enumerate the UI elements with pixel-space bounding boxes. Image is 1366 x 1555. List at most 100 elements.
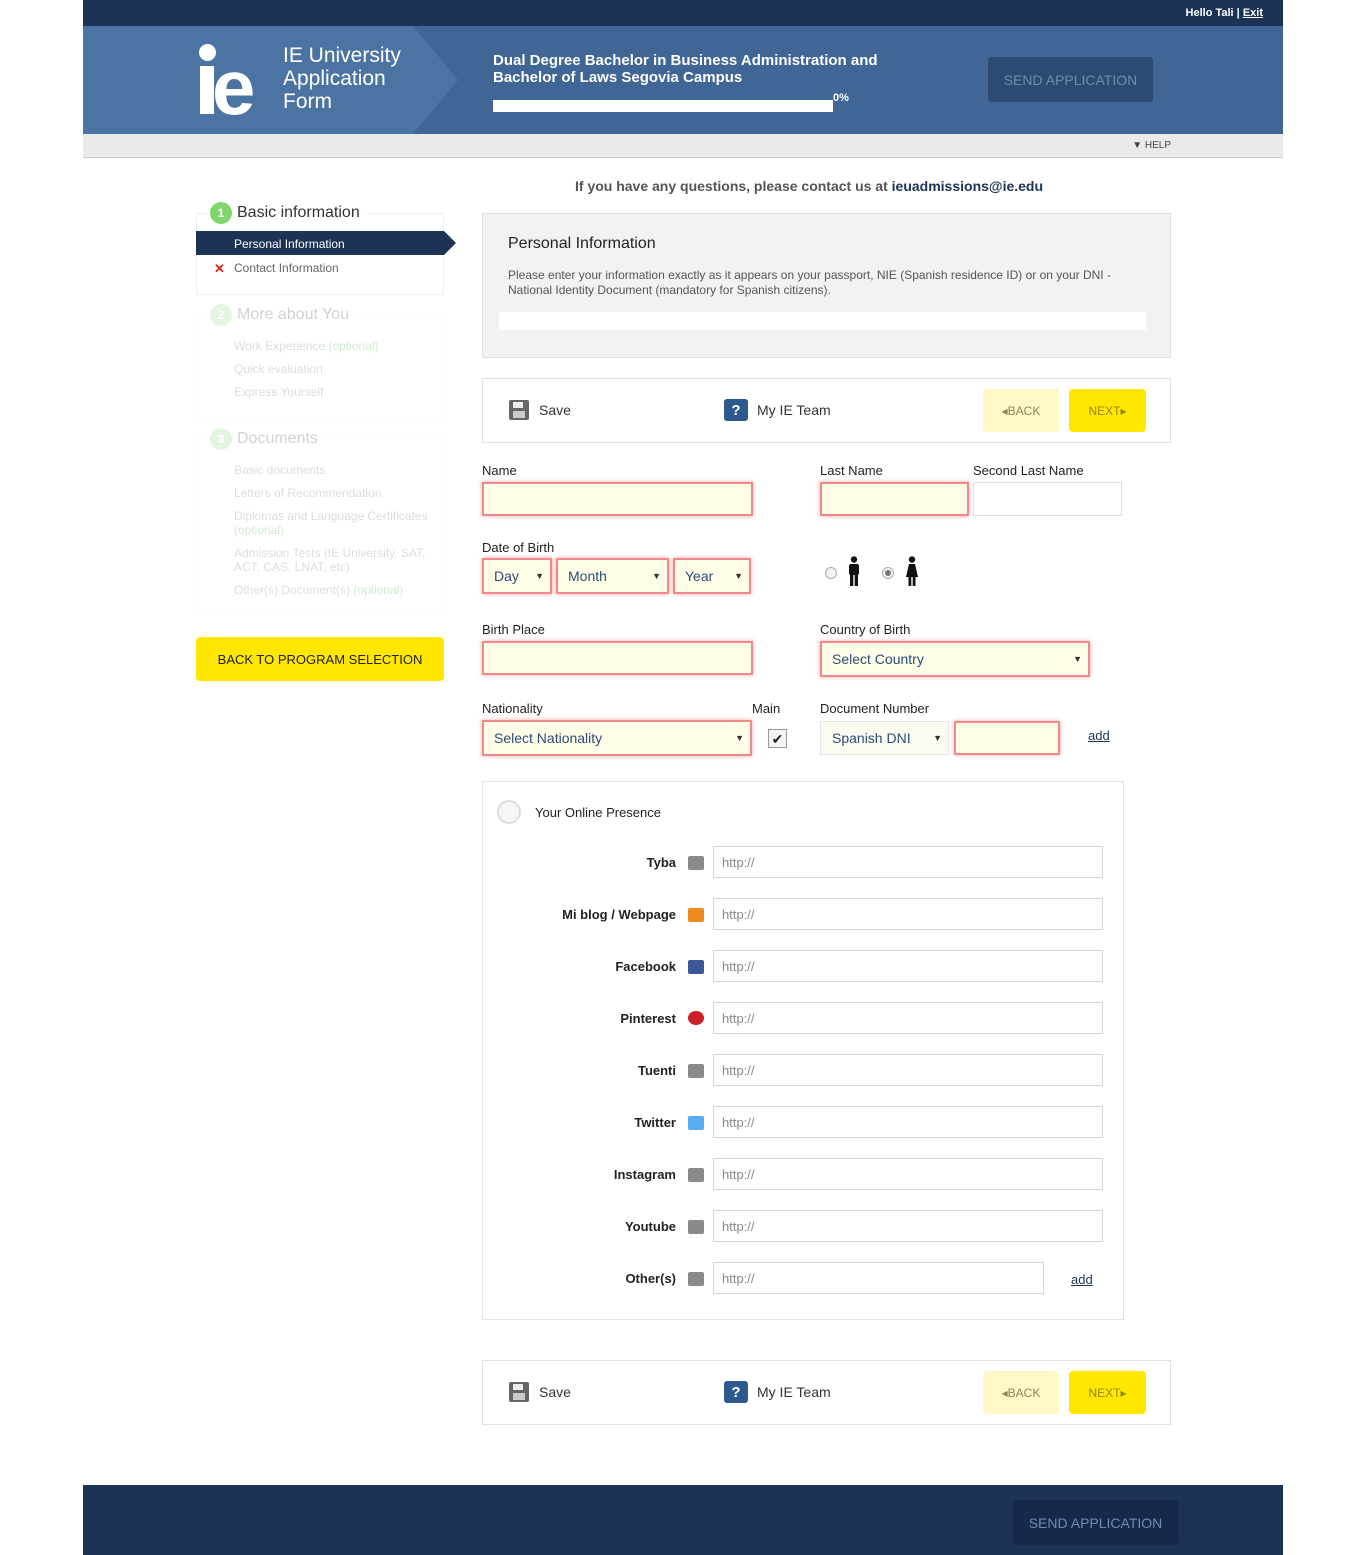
add-document-link[interactable]: add xyxy=(1088,728,1110,743)
header-banner: e IE University Application Form Dual De… xyxy=(83,26,1283,134)
instagram-label: Instagram xyxy=(613,1167,676,1182)
add-online-link[interactable]: add xyxy=(1071,1272,1093,1287)
toolbar-bottom: Save ? My IE Team ◂ BACK NEXT ▸ xyxy=(482,1360,1171,1425)
sidebar-item-other-documents[interactable]: Other(s) Document(s) (optional) xyxy=(234,583,403,597)
sidebar-item-work-experience[interactable]: Work Experience (optional) xyxy=(234,339,379,353)
birth-place-input[interactable] xyxy=(482,641,753,675)
back-button[interactable]: ◂ BACK xyxy=(983,1371,1059,1414)
male-icon xyxy=(849,556,859,586)
www-icon xyxy=(688,1168,704,1182)
second-last-name-input[interactable] xyxy=(973,482,1122,516)
globe-icon xyxy=(497,800,521,824)
month-select[interactable]: Month xyxy=(556,558,669,594)
tuenti-input[interactable]: http:// xyxy=(713,1054,1103,1086)
step1-number: 1 xyxy=(210,202,232,224)
my-ie-team-button[interactable]: ? My IE Team xyxy=(724,399,831,421)
facebook-icon xyxy=(688,960,704,974)
female-icon xyxy=(906,556,918,586)
youtube-label: Youtube xyxy=(624,1219,676,1234)
program-title: Dual Degree Bachelor in Business Adminis… xyxy=(493,52,878,86)
youtube-input[interactable]: http:// xyxy=(713,1210,1103,1242)
send-application-button[interactable]: SEND APPLICATION xyxy=(988,57,1153,102)
doc-type-select[interactable]: Spanish DNI xyxy=(820,721,949,755)
year-select[interactable]: Year xyxy=(673,558,751,594)
app-title: IE University Application Form xyxy=(283,44,401,113)
www-icon xyxy=(688,1272,704,1286)
tyba-input[interactable]: http:// xyxy=(713,846,1103,878)
sidebar-item-express-yourself[interactable]: Express Yourself xyxy=(234,385,323,399)
blog-label: Mi blog / Webpage xyxy=(562,907,676,922)
sidebar-item-basic-documents[interactable]: Basic documents xyxy=(234,463,325,477)
others-input[interactable]: http:// xyxy=(713,1262,1044,1294)
facebook-input[interactable]: http:// xyxy=(713,950,1103,982)
pinterest-icon xyxy=(688,1011,704,1025)
section-title: Personal Information xyxy=(508,235,656,252)
save-button[interactable]: Save xyxy=(509,400,571,420)
pinterest-input[interactable]: http:// xyxy=(713,1002,1103,1034)
last-name-label: Last Name xyxy=(820,463,883,478)
progress-label: 0% xyxy=(833,92,849,104)
hello-text: Hello Tali | xyxy=(1185,7,1240,19)
top-bar: Hello Tali | Exit xyxy=(83,0,1283,26)
name-label: Name xyxy=(482,463,517,478)
floppy-icon xyxy=(509,1382,529,1402)
twitter-label: Twitter xyxy=(634,1115,676,1130)
back-to-program-selection-button[interactable]: BACK TO PROGRAM SELECTION xyxy=(196,637,444,681)
step3-number: 3 xyxy=(210,428,232,450)
blog-input[interactable]: http:// xyxy=(713,898,1103,930)
sidebar-item-letters[interactable]: Letters of Recommendation xyxy=(234,486,381,500)
help-toggle[interactable]: ▼ HELP xyxy=(1132,140,1171,151)
step1-header: 1 Basic information xyxy=(210,202,366,224)
back-button[interactable]: ◂ BACK xyxy=(983,389,1059,432)
footer: SEND APPLICATION xyxy=(83,1485,1283,1555)
nationality-select[interactable]: Select Nationality xyxy=(482,720,752,756)
step2-number: 2 xyxy=(210,304,232,326)
tuenti-label: Tuenti xyxy=(637,1063,676,1078)
contact-email[interactable]: ieuadmissions@ie.edu xyxy=(892,178,1043,194)
last-name-input[interactable] xyxy=(820,482,969,516)
country-birth-select[interactable]: Select Country xyxy=(820,641,1090,677)
personal-info-box: Personal Information Please enter your i… xyxy=(482,213,1171,358)
progress-bar xyxy=(493,100,833,112)
user-greeting: Hello Tali | Exit xyxy=(1186,7,1263,19)
doc-number-input[interactable] xyxy=(954,721,1060,755)
ie-logo: e xyxy=(198,44,268,126)
my-ie-team-button[interactable]: ? My IE Team xyxy=(724,1381,831,1403)
doc-number-label: Document Number xyxy=(820,701,930,716)
next-button[interactable]: NEXT ▸ xyxy=(1069,389,1146,432)
dob-label: Date of Birth xyxy=(482,540,555,555)
sidebar-item-admission-tests[interactable]: Admission Tests (IE University, SAT, ACT… xyxy=(234,546,434,574)
step1-title: Basic information xyxy=(237,204,360,221)
twitter-input[interactable]: http:// xyxy=(713,1106,1103,1138)
sidebar-item-contact-information[interactable]: ✕ Contact Information xyxy=(196,261,444,277)
male-radio[interactable] xyxy=(825,567,837,579)
others-label: Other(s) xyxy=(625,1271,676,1286)
day-select[interactable]: Day xyxy=(482,558,552,594)
contact-line: If you have any questions, please contac… xyxy=(575,178,1044,194)
sidebar-item-quick-evaluation[interactable]: Quick evaluation xyxy=(234,362,323,376)
question-icon: ? xyxy=(724,399,748,421)
sidebar-item-diplomas[interactable]: Diplomas and Language Certificates (opti… xyxy=(234,509,434,537)
main-checkbox[interactable]: ✔ xyxy=(768,729,787,748)
www-icon xyxy=(688,856,704,870)
online-presence-header: Your Online Presence xyxy=(497,800,661,824)
save-button[interactable]: Save xyxy=(509,1382,571,1402)
question-icon: ? xyxy=(724,1381,748,1403)
female-radio[interactable] xyxy=(882,567,894,579)
exit-link[interactable]: Exit xyxy=(1243,7,1263,19)
next-button[interactable]: NEXT ▸ xyxy=(1069,1371,1146,1414)
instagram-input[interactable]: http:// xyxy=(713,1158,1103,1190)
www-icon xyxy=(688,1220,704,1234)
toolbar-top: Save ? My IE Team ◂ BACK NEXT ▸ xyxy=(482,378,1171,443)
sidebar-item-personal-information[interactable]: Personal Information xyxy=(196,231,456,255)
country-birth-label: Country of Birth xyxy=(820,622,911,637)
second-last-name-label: Second Last Name xyxy=(973,463,1084,478)
help-bar: ▼ HELP xyxy=(83,134,1283,158)
section-description: Please enter your information exactly as… xyxy=(508,268,1111,297)
tyba-label: Tyba xyxy=(646,855,676,870)
send-application-button-footer[interactable]: SEND APPLICATION xyxy=(1013,1500,1178,1545)
blogger-icon xyxy=(688,908,704,922)
twitter-icon xyxy=(688,1116,704,1130)
name-input[interactable] xyxy=(482,482,753,516)
main-label: Main xyxy=(752,701,781,716)
